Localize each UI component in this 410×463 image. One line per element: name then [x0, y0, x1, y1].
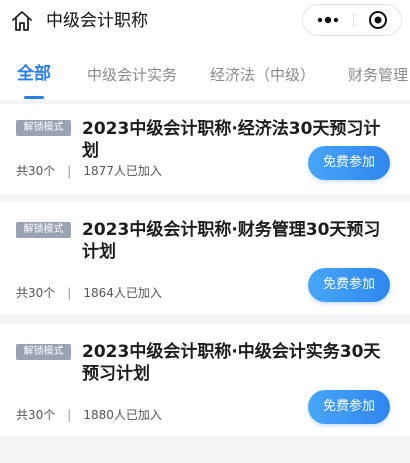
- tab-intermediate-accounting[interactable]: 中级会计实务: [87, 64, 177, 86]
- more-dots-icon[interactable]: [303, 5, 353, 35]
- plan-card[interactable]: 解锁模式 2023中级会计职称·中级会计实务30天预习计划 共30个 | 1880人…: [0, 324, 410, 436]
- tab-economic-law[interactable]: 经济法（中级）: [210, 64, 315, 86]
- mode-badge: 解锁模式: [16, 120, 71, 136]
- active-tab-indicator: [24, 96, 44, 99]
- plan-title: 2023中级会计职称·财务管理30天预习计划: [82, 220, 381, 262]
- plan-meta: 共30个 | 1864人已加入: [16, 285, 162, 301]
- mode-badge: 解锁模式: [16, 344, 71, 360]
- meta-divider: |: [67, 286, 72, 300]
- tab-financial-management[interactable]: 财务管理: [348, 64, 408, 86]
- free-join-button[interactable]: 免费参加: [308, 146, 390, 180]
- page-title: 中级会计职称: [46, 11, 148, 31]
- category-tabs: 全部 中级会计实务 经济法（中级） 财务管理: [0, 44, 410, 100]
- mini-program-capsule: [302, 4, 402, 36]
- meta-divider: |: [67, 408, 72, 422]
- plan-card[interactable]: 解锁模式 2023中级会计职称·经济法30天预习计划 共30个 | 1877人已加入…: [0, 104, 410, 194]
- target-circle-icon[interactable]: [354, 5, 402, 35]
- plan-card[interactable]: 解锁模式 2023中级会计职称·财务管理30天预习计划 共30个 | 1864人已加…: [0, 202, 410, 314]
- lesson-count: 共30个: [16, 164, 56, 178]
- lesson-count: 共30个: [16, 408, 56, 422]
- mode-badge: 解锁模式: [16, 222, 71, 238]
- meta-divider: |: [67, 164, 72, 178]
- lesson-count: 共30个: [16, 286, 56, 300]
- top-bar: 中级会计职称: [0, 0, 410, 44]
- free-join-button[interactable]: 免费参加: [308, 268, 390, 302]
- plan-meta: 共30个 | 1877人已加入: [16, 163, 162, 179]
- joined-count: 1864人已加入: [83, 286, 162, 300]
- joined-count: 1880人已加入: [83, 408, 162, 422]
- plan-title: 2023中级会计职称·中级会计实务30天预习计划: [82, 342, 381, 384]
- tab-all[interactable]: 全部: [17, 63, 51, 85]
- joined-count: 1877人已加入: [83, 164, 162, 178]
- home-icon[interactable]: [10, 9, 34, 33]
- plan-meta: 共30个 | 1880人已加入: [16, 407, 162, 423]
- free-join-button[interactable]: 免费参加: [308, 390, 390, 424]
